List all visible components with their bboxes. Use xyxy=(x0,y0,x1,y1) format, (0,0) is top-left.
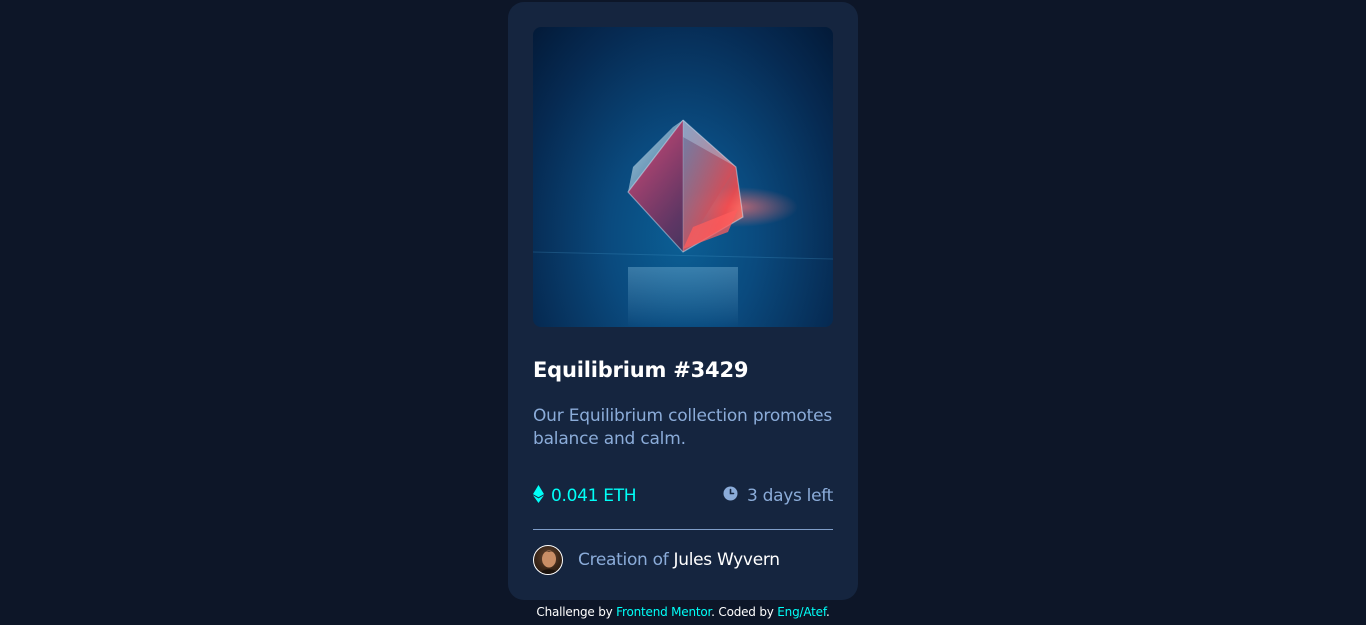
attribution-text-2: . Coded by xyxy=(711,605,778,619)
time-info: 3 days left xyxy=(723,486,833,506)
time-left-value: 3 days left xyxy=(747,486,833,506)
nft-description: Our Equilibrium collection promotes bala… xyxy=(533,406,832,449)
price-info: 0.041 ETH xyxy=(533,484,637,508)
nft-card: Equilibrium #3429 Our Equilibrium collec… xyxy=(508,2,858,600)
creator-name-link[interactable]: Jules Wyvern xyxy=(674,550,780,570)
clock-icon xyxy=(723,486,738,506)
creator-row: Creation of Jules Wyvern xyxy=(533,545,780,575)
creator-prefix: Creation of xyxy=(578,550,669,570)
price-value: 0.041 ETH xyxy=(551,486,637,506)
equilibrium-cube-image xyxy=(533,119,833,327)
author-link[interactable]: Eng/Atef xyxy=(777,605,826,619)
attribution-text-3: . xyxy=(825,605,830,619)
avatar xyxy=(533,545,563,575)
price-row: 0.041 ETH 3 days left xyxy=(533,484,833,508)
nft-title[interactable]: Equilibrium #3429 xyxy=(533,358,748,382)
creator-avatar-image xyxy=(539,550,559,574)
frontend-mentor-link[interactable]: Frontend Mentor xyxy=(616,605,711,619)
card-divider xyxy=(533,529,833,530)
attribution: Challenge by Frontend Mentor. Coded by E… xyxy=(0,605,1366,619)
nft-image[interactable] xyxy=(533,27,833,327)
attribution-text-1: Challenge by xyxy=(536,605,617,619)
ethereum-icon xyxy=(533,484,544,508)
